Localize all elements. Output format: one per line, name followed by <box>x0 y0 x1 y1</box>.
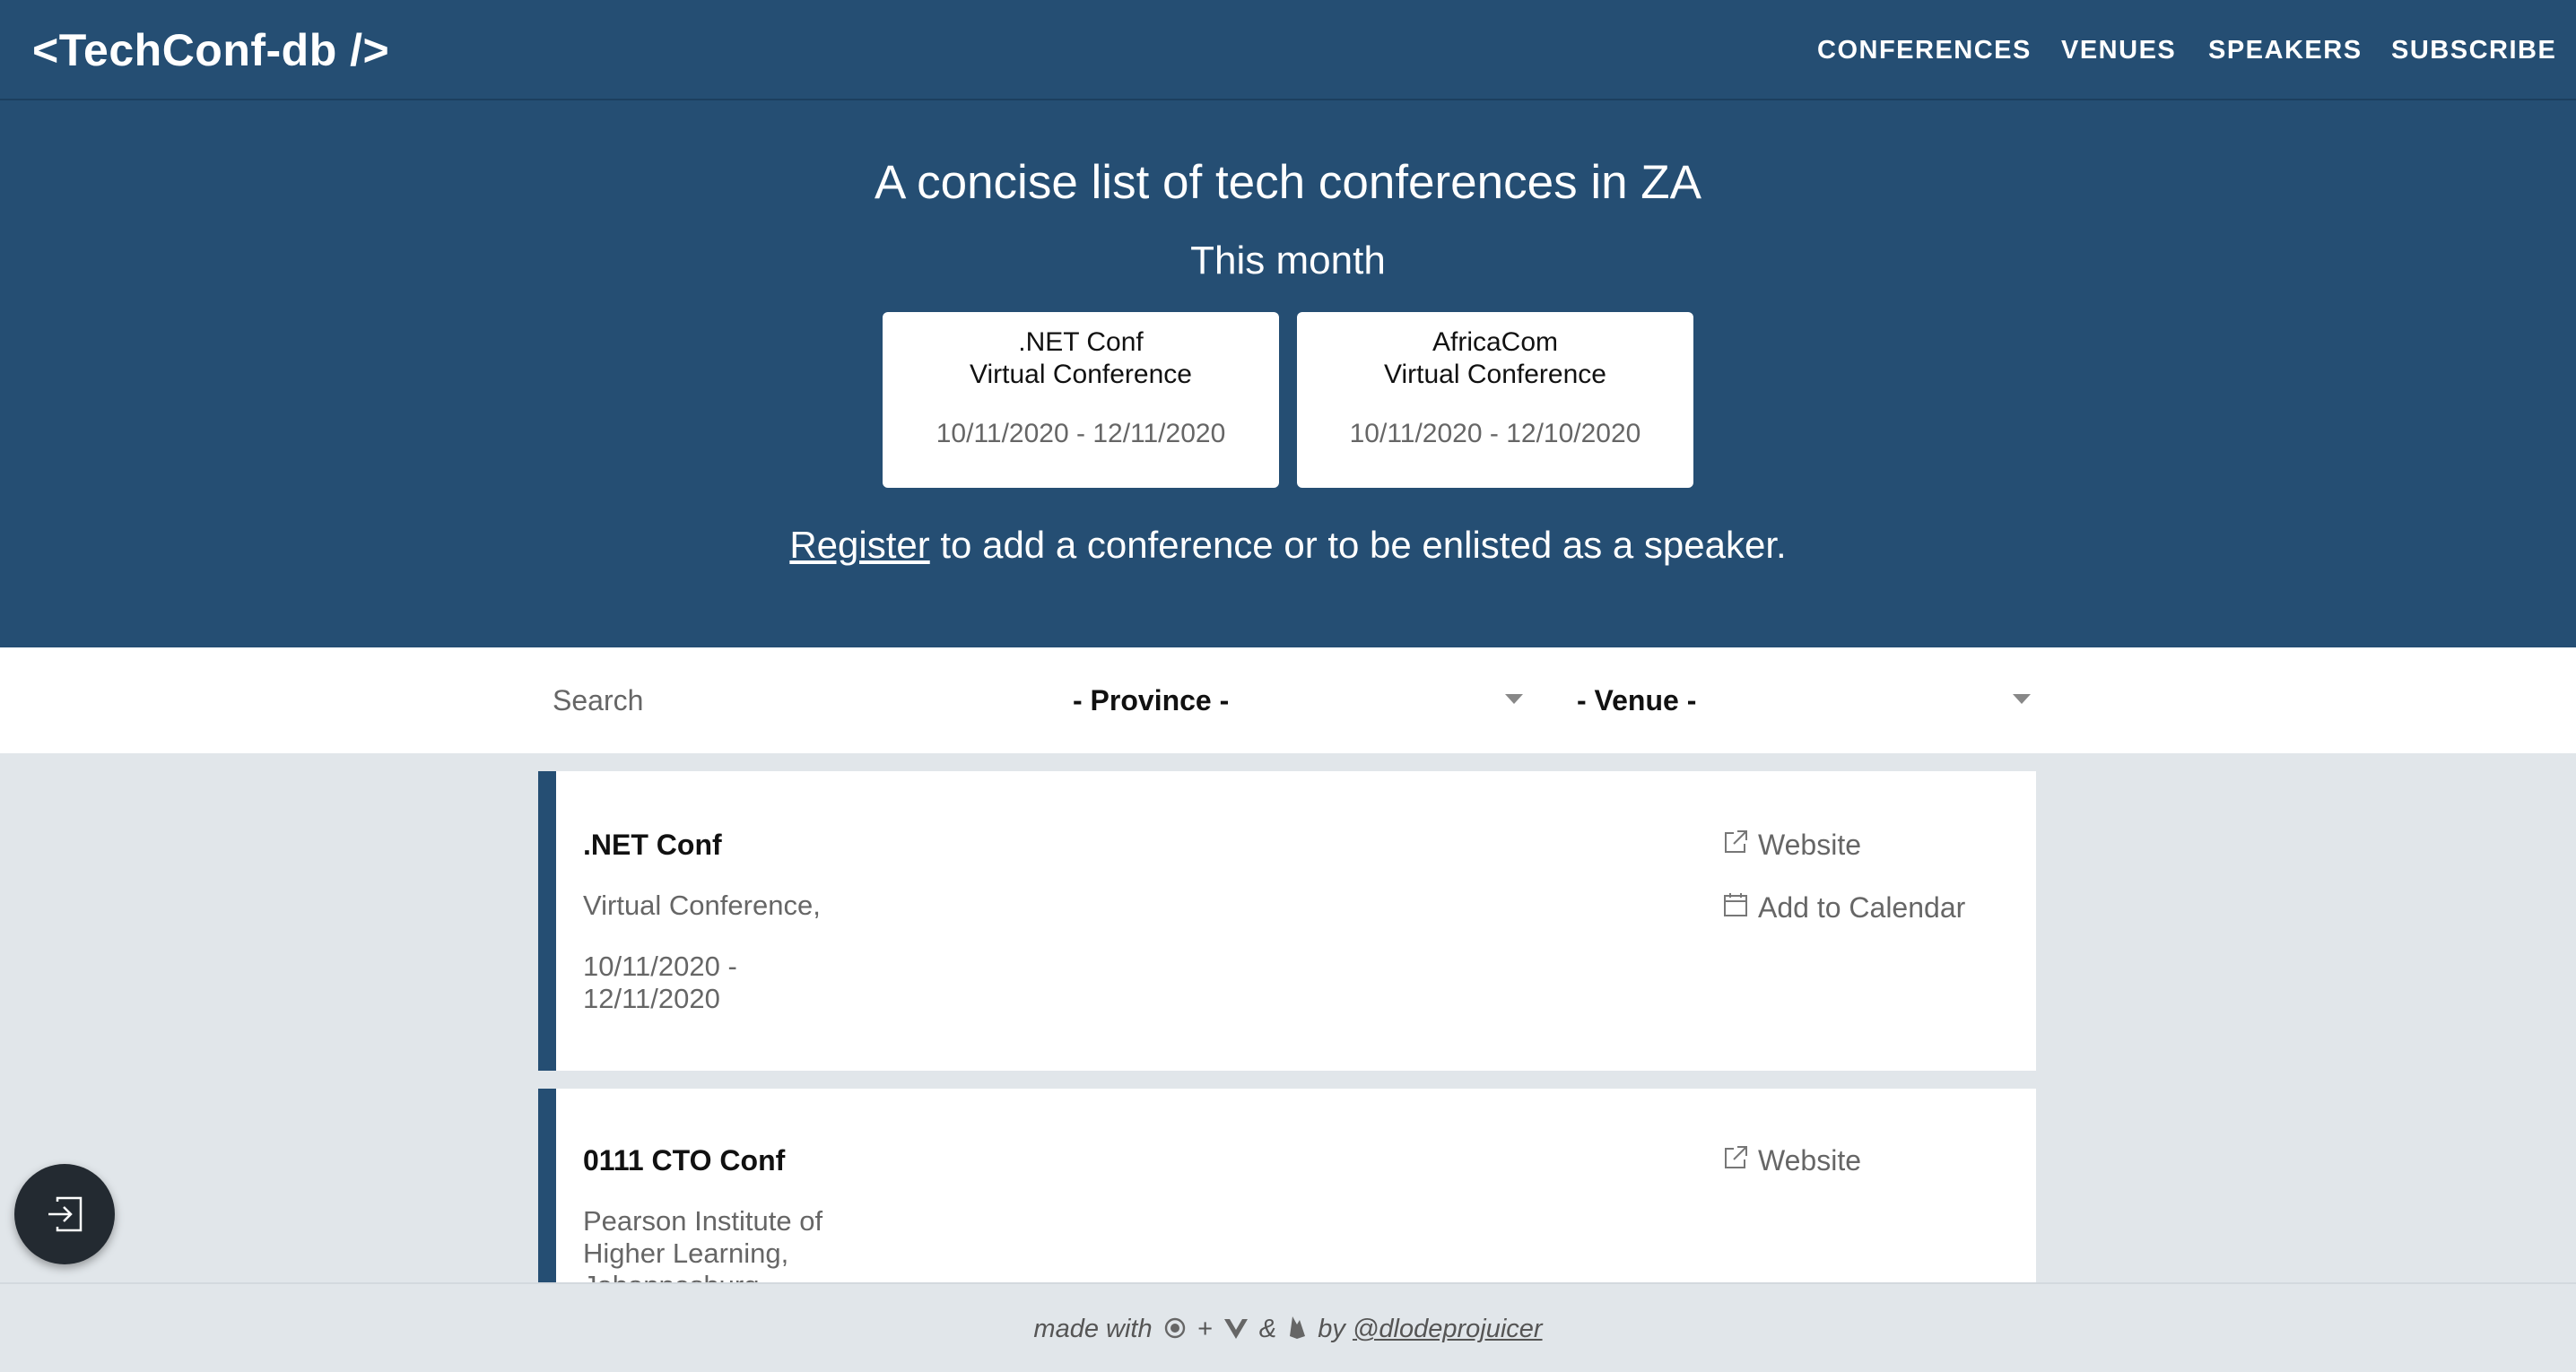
conference-title: .NET Conf <box>583 829 722 861</box>
website-label: Website <box>1758 1144 1862 1177</box>
card-dates: 10/11/2020 - 12/10/2020 <box>1349 419 1641 448</box>
register-link[interactable]: Register <box>789 524 929 566</box>
nav-venues[interactable]: VENUES <box>2061 34 2176 66</box>
external-link-icon <box>1725 1146 1747 1168</box>
ionic-logo-icon <box>1164 1317 1185 1339</box>
conference-item: .NET Conf Virtual Conference, 10/11/2020… <box>538 771 2036 1071</box>
footer-plus: + <box>1197 1315 1213 1343</box>
register-prompt: Register to add a conference or to be en… <box>0 522 2576 569</box>
card-name: .NET Conf <box>1018 327 1144 357</box>
calendar-label: Add to Calendar <box>1758 891 1966 924</box>
nav-conferences[interactable]: CONFERENCES <box>1817 34 2032 66</box>
province-select[interactable]: - Province - <box>1073 674 1523 726</box>
footer: made with + & by @dlodeprojuicer <box>0 1282 2576 1372</box>
footer-amp: & <box>1258 1315 1277 1343</box>
nav-subscribe[interactable]: SUBSCRIBE <box>2391 34 2556 66</box>
venue-select[interactable]: - Venue - <box>1577 674 2031 726</box>
hero-section: A concise list of tech conferences in ZA… <box>0 100 2576 647</box>
firebase-logo-icon <box>1290 1316 1306 1339</box>
website-label: Website <box>1758 829 1862 861</box>
conference-title: 0111 CTO Conf <box>583 1144 786 1177</box>
conference-dates: 10/11/2020 - 12/11/2020 <box>583 951 737 1014</box>
footer-made-with: made with <box>1033 1315 1153 1343</box>
calendar-icon <box>1724 893 1747 916</box>
conference-venue: Virtual Conference, <box>583 890 821 921</box>
external-link-icon <box>1725 830 1747 853</box>
login-icon <box>48 1196 83 1232</box>
province-select-value: - Province - <box>1073 684 1230 716</box>
venue-select-value: - Venue - <box>1577 684 1697 716</box>
vue-logo-icon <box>1223 1319 1248 1339</box>
search-input[interactable] <box>538 674 1033 726</box>
this-month-card[interactable]: .NET Conf Virtual Conference 10/11/2020 … <box>883 312 1279 488</box>
card-location: Virtual Conference <box>970 360 1192 389</box>
page-title: A concise list of tech conferences in ZA <box>874 156 1702 209</box>
card-dates: 10/11/2020 - 12/11/2020 <box>936 419 1226 448</box>
this-month-heading: This month <box>1190 239 1386 282</box>
footer-by: by <box>1318 1315 1345 1343</box>
filter-bar: - Province - - Venue - <box>0 647 2576 753</box>
chevron-down-icon <box>2013 694 2031 704</box>
login-button[interactable] <box>14 1164 115 1264</box>
register-text: to add a conference or to be enlisted as… <box>929 524 1787 566</box>
this-month-card[interactable]: AfricaCom Virtual Conference 10/11/2020 … <box>1297 312 1693 488</box>
site-logo[interactable]: <TechConf-db /> <box>32 23 389 77</box>
footer-credits: made with + & by @dlodeprojuicer <box>0 1313 2576 1345</box>
nav-speakers[interactable]: SPEAKERS <box>2208 34 2363 66</box>
card-location: Virtual Conference <box>1384 360 1606 389</box>
chevron-down-icon <box>1505 694 1523 704</box>
conference-item: 0111 CTO Conf Pearson Institute of Highe… <box>538 1089 2036 1304</box>
author-link[interactable]: @dlodeprojuicer <box>1353 1315 1543 1343</box>
top-navbar: <TechConf-db /> CONFERENCES VENUES SPEAK… <box>0 0 2576 100</box>
card-name: AfricaCom <box>1432 327 1559 357</box>
